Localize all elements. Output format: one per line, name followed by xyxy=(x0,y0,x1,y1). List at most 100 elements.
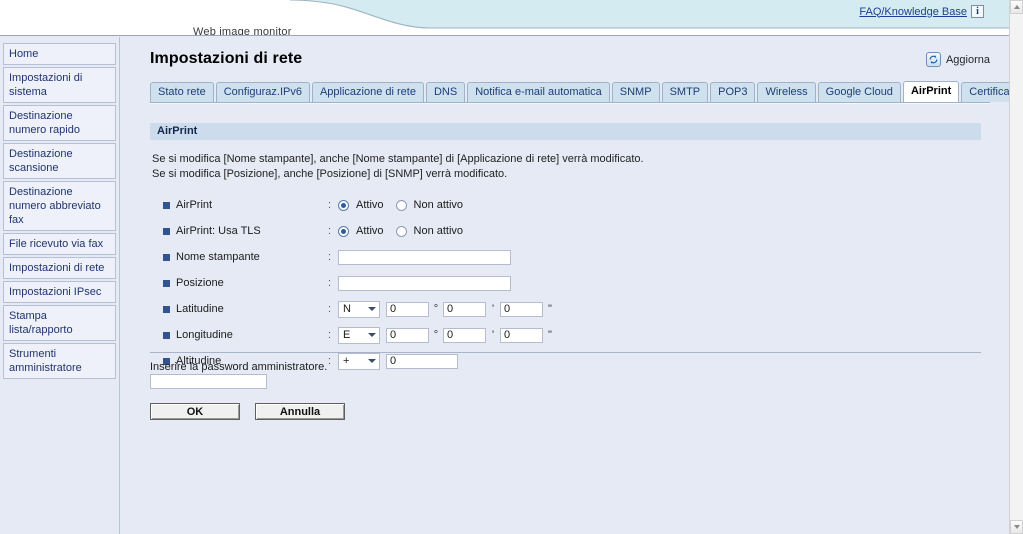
label-printer-name-text: Nome stampante xyxy=(176,251,260,263)
tabs-row: Stato rete Configuraz.IPv6 Applicazione … xyxy=(150,81,1009,102)
ok-button[interactable]: OK xyxy=(150,403,240,420)
radio-group-airprint: Attivo Non attivo xyxy=(338,199,468,211)
sidebar-item-system-settings[interactable]: Impostazioni di sistema xyxy=(3,67,116,103)
row-longitude: Longitudine : E ° ' " xyxy=(150,325,990,345)
cancel-button[interactable]: Annulla xyxy=(255,403,345,420)
longitude-seconds-input[interactable] xyxy=(500,327,543,343)
sidebar-item-received-fax-file[interactable]: File ricevuto via fax xyxy=(3,233,116,255)
sidebar: Home Impostazioni di sistema Destinazion… xyxy=(0,37,120,534)
tab-google-cloud[interactable]: Google Cloud xyxy=(817,82,901,102)
tab-configuraz-ipv6[interactable]: Configuraz.IPv6 xyxy=(215,82,310,102)
longitude-minute-unit: ' xyxy=(491,329,495,341)
colon-separator: : xyxy=(328,303,332,315)
colon-separator: : xyxy=(328,251,332,263)
label-location: Posizione xyxy=(150,277,328,289)
sidebar-item-ipsec-settings[interactable]: Impostazioni IPsec xyxy=(3,281,116,303)
tab-notifica-email-automatica[interactable]: Notifica e-mail automatica xyxy=(467,82,610,102)
radio-airprint-attivo[interactable] xyxy=(338,199,349,211)
radio-tls-non-attivo-label[interactable]: Non attivo xyxy=(414,225,464,237)
bullet-icon xyxy=(163,305,170,313)
tab-applicazione-di-rete[interactable]: Applicazione di rete xyxy=(311,82,424,102)
latitude-seconds-input[interactable] xyxy=(500,301,543,317)
longitude-second-unit: " xyxy=(548,329,552,341)
latitude-minute-unit: ' xyxy=(491,303,495,315)
row-latitude: Latitudine : N ° ' " xyxy=(150,299,990,319)
printer-name-input[interactable] xyxy=(338,249,511,265)
altitude-sign-value: + xyxy=(343,355,350,367)
location-input[interactable] xyxy=(338,275,511,291)
scrollbar-up-button[interactable] xyxy=(1010,0,1023,14)
row-airprint: AirPrint : Attivo Non attivo xyxy=(150,195,990,215)
administrator-password-input[interactable] xyxy=(150,374,267,389)
latitude-second-unit: " xyxy=(548,303,552,315)
row-airprint-tls: AirPrint: Usa TLS : Attivo Non attivo xyxy=(150,221,990,241)
faq-link-label[interactable]: FAQ/Knowledge Base xyxy=(859,6,967,18)
section-header-airprint: AirPrint xyxy=(150,123,981,140)
altitude-input[interactable] xyxy=(386,353,458,369)
note-line-1: Se si modifica [Nome stampante], anche [… xyxy=(152,153,644,165)
info-icon[interactable]: i xyxy=(971,5,984,18)
colon-separator: : xyxy=(328,199,332,211)
sidebar-item-administrator-tools[interactable]: Strumenti amministratore xyxy=(3,343,116,379)
radio-airprint-non-attivo-label[interactable]: Non attivo xyxy=(414,199,464,211)
radio-airprint-attivo-label[interactable]: Attivo xyxy=(356,199,384,211)
sidebar-item-print-list-report[interactable]: Stampa lista/rapporto xyxy=(3,305,116,341)
latitude-hemisphere-value: N xyxy=(343,303,351,315)
latitude-minutes-input[interactable] xyxy=(443,301,486,317)
bullet-icon xyxy=(163,279,170,287)
form-divider xyxy=(150,352,981,353)
label-location-text: Posizione xyxy=(176,277,224,289)
form-buttons: OK Annulla xyxy=(150,403,345,420)
radio-airprint-non-attivo[interactable] xyxy=(395,199,407,211)
longitude-degree-unit: ° xyxy=(433,329,439,341)
chevron-up-icon xyxy=(1013,5,1020,9)
longitude-hemisphere-select[interactable]: E xyxy=(338,326,380,344)
tab-bar: Stato rete Configuraz.IPv6 Applicazione … xyxy=(150,81,1009,104)
refresh-label[interactable]: Aggiorna xyxy=(946,54,990,66)
sidebar-item-fax-speed-dial-destination[interactable]: Destinazione numero abbreviato fax xyxy=(3,181,116,231)
sidebar-item-network-settings[interactable]: Impostazioni di rete xyxy=(3,257,116,279)
label-printer-name: Nome stampante xyxy=(150,251,328,263)
label-airprint-tls-text: AirPrint: Usa TLS xyxy=(176,225,261,237)
label-longitude-text: Longitudine xyxy=(176,329,233,341)
bullet-icon xyxy=(163,227,170,235)
tab-smtp[interactable]: SMTP xyxy=(661,82,709,102)
tab-dns[interactable]: DNS xyxy=(425,82,466,102)
sidebar-list: Home Impostazioni di sistema Destinazion… xyxy=(0,37,119,379)
latitude-degrees-input[interactable] xyxy=(386,301,429,317)
chevron-down-icon xyxy=(1013,525,1020,529)
row-location: Posizione : xyxy=(150,273,990,293)
faq-knowledge-base[interactable]: FAQ/Knowledge Base i xyxy=(859,5,984,18)
label-latitude-text: Latitudine xyxy=(176,303,224,315)
tab-airprint[interactable]: AirPrint xyxy=(902,81,960,102)
longitude-minutes-input[interactable] xyxy=(443,327,486,343)
refresh-arrows-glyph xyxy=(929,55,938,64)
radio-tls-non-attivo[interactable] xyxy=(395,225,407,237)
bullet-icon xyxy=(163,201,170,209)
product-title: Web image monitor xyxy=(193,26,292,36)
longitude-degrees-input[interactable] xyxy=(386,327,429,343)
radio-tls-attivo-label[interactable]: Attivo xyxy=(356,225,384,237)
refresh-icon[interactable] xyxy=(925,52,941,67)
sidebar-item-home[interactable]: Home xyxy=(3,43,116,65)
radio-tls-attivo[interactable] xyxy=(338,225,349,237)
sidebar-item-quick-dial-destination[interactable]: Destinazione numero rapido xyxy=(3,105,116,141)
tab-snmp[interactable]: SNMP xyxy=(611,82,660,102)
tab-certificate[interactable]: Certificate xyxy=(961,82,1009,102)
password-label: Inserire la password amministratore. xyxy=(150,361,328,373)
browser-page: Web image monitor FAQ/Knowledge Base i H… xyxy=(0,0,1023,534)
label-longitude: Longitudine xyxy=(150,329,328,341)
tab-wireless[interactable]: Wireless xyxy=(757,82,816,102)
tab-underline xyxy=(150,102,990,104)
sidebar-item-scan-destination[interactable]: Destinazione scansione xyxy=(3,143,116,179)
tab-pop3[interactable]: POP3 xyxy=(710,82,756,102)
tab-stato-rete[interactable]: Stato rete xyxy=(150,82,214,102)
latitude-degree-unit: ° xyxy=(433,303,439,315)
latitude-hemisphere-select[interactable]: N xyxy=(338,300,380,318)
vertical-scrollbar[interactable] xyxy=(1009,0,1023,534)
colon-separator: : xyxy=(328,329,332,341)
app-banner: Web image monitor FAQ/Knowledge Base i xyxy=(0,0,1009,36)
altitude-sign-select[interactable]: + xyxy=(338,352,380,370)
scrollbar-down-button[interactable] xyxy=(1010,520,1023,534)
refresh-button[interactable]: Aggiorna xyxy=(925,52,990,67)
